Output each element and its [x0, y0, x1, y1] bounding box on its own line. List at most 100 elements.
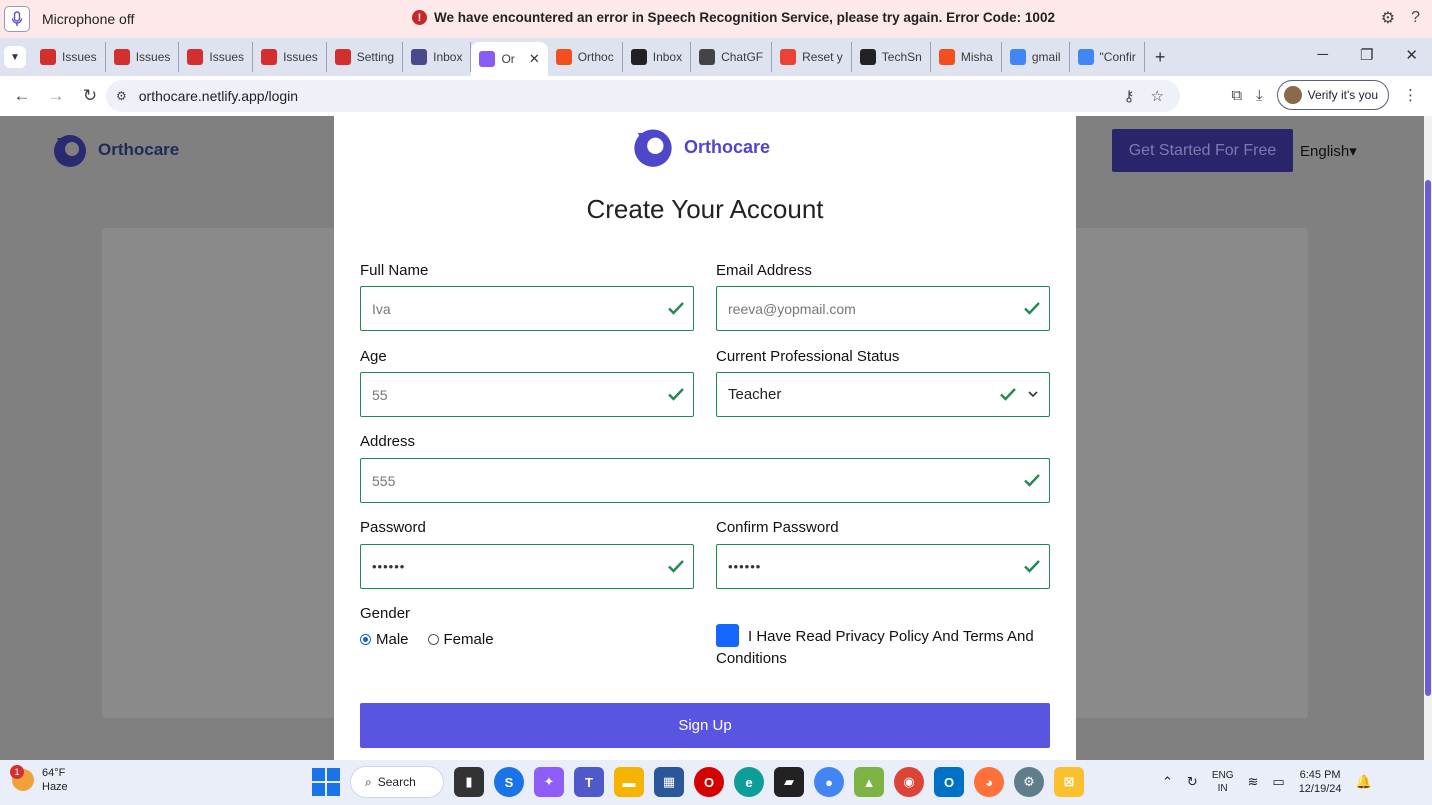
key-icon[interactable]: ⚷	[1124, 87, 1135, 105]
edge-icon[interactable]: e	[734, 767, 764, 797]
verify-profile-button[interactable]: Verify it's you	[1276, 80, 1389, 110]
weather-widget[interactable]: 1 64°F Haze	[10, 765, 68, 794]
issues-icon	[261, 49, 278, 65]
tab-8[interactable]: Inbox	[623, 42, 692, 72]
people-icon[interactable]: ●	[814, 767, 844, 797]
age-field[interactable]: 55	[360, 372, 694, 417]
modal-logo: Orthocare	[632, 126, 770, 168]
teams-icon[interactable]: T	[574, 767, 604, 797]
more-menu-icon[interactable]: ⋮	[1403, 86, 1418, 104]
new-tab-button[interactable]: +	[1155, 47, 1166, 68]
professional-status-select[interactable]: Teacher	[716, 372, 1050, 417]
close-tab-icon[interactable]: ✕	[529, 51, 540, 67]
app-icon[interactable]: ⊠	[1054, 767, 1084, 797]
tab-1[interactable]: Issues	[106, 42, 180, 72]
verify-label: Verify it's you	[1307, 88, 1378, 102]
opera-icon[interactable]: O	[694, 767, 724, 797]
taskbar-search-label: Search	[377, 775, 416, 789]
tab-label: Issues	[283, 50, 318, 64]
tab-label: Inbox	[652, 50, 683, 64]
battery-icon[interactable]: ▭	[1272, 774, 1284, 790]
create-account-modal: Orthocare Create Your Account Full Name …	[334, 116, 1076, 760]
tab-6[interactable]: Or ✕	[471, 42, 548, 76]
error-icon: !	[412, 10, 427, 25]
notification-icon[interactable]: 🔔	[1356, 774, 1372, 790]
tab-label: ChatGF	[721, 50, 764, 64]
address-bar[interactable]: ⚙ orthocare.netlify.app/login ⚷ ☆	[106, 80, 1180, 112]
forward-icon[interactable]: →	[44, 86, 68, 106]
tab-4[interactable]: Setting	[327, 42, 404, 72]
extensions-icon[interactable]: ⧉	[1231, 87, 1242, 104]
site-info-icon[interactable]: ⚙	[116, 89, 127, 103]
file-explorer-icon[interactable]: ▬	[614, 767, 644, 797]
techsn-icon	[859, 49, 876, 65]
tab-7[interactable]: Orthoc	[548, 42, 623, 72]
outlook-icon[interactable]: O	[934, 767, 964, 797]
task-view-icon[interactable]: ▮	[454, 767, 484, 797]
chrome-icon[interactable]: ◉	[894, 767, 924, 797]
address-field[interactable]: 555	[360, 458, 1050, 503]
wifi-icon[interactable]: ≋	[1247, 774, 1258, 790]
email-field[interactable]: reeva@yopmail.com	[716, 286, 1050, 331]
tab-search-button[interactable]: ▼	[4, 46, 26, 68]
tab-14[interactable]: "Confir	[1070, 42, 1145, 72]
password-label: Password	[360, 519, 426, 536]
gear-icon[interactable]: ⚙	[1381, 8, 1395, 28]
microphone-status: Microphone off	[42, 11, 135, 27]
check-icon	[1000, 388, 1016, 401]
close-icon[interactable]: ✕	[1405, 46, 1418, 64]
check-icon	[1024, 560, 1040, 573]
gender-female-radio[interactable]	[427, 634, 439, 645]
language-code: ENG	[1211, 770, 1234, 781]
password-field[interactable]: ••••••	[360, 544, 694, 589]
gender-male-radio[interactable]	[360, 634, 371, 645]
system-tray: ⌃ ↻ ENG IN ≋ ▭ 6:45 PM 12/19/24 🔔	[1162, 768, 1372, 796]
address-label: Address	[360, 433, 416, 450]
tab-0[interactable]: Issues	[32, 42, 106, 72]
taskbar-search[interactable]: ⌕ Search	[350, 766, 444, 798]
copilot-icon[interactable]: ✦	[534, 767, 564, 797]
gender-male-label[interactable]: Male	[376, 631, 409, 648]
tab-2[interactable]: Issues	[179, 42, 254, 72]
full-name-field[interactable]: Iva	[360, 286, 694, 331]
microphone-button[interactable]	[4, 6, 30, 32]
gender-female-label[interactable]: Female	[444, 631, 494, 648]
reload-icon[interactable]: ↻	[78, 86, 102, 106]
tab-13[interactable]: gmail	[1002, 42, 1070, 72]
status-label: Current Professional Status	[716, 348, 900, 365]
skype-icon[interactable]: S	[494, 767, 524, 797]
chevron-up-icon[interactable]: ⌃	[1162, 774, 1173, 790]
minimize-icon[interactable]: ─	[1317, 46, 1328, 64]
sign-up-button[interactable]: Sign Up	[360, 703, 1050, 748]
figma-icon	[555, 49, 572, 65]
tab-12[interactable]: Misha	[931, 42, 1002, 72]
language-select[interactable]: English▾	[1300, 142, 1357, 160]
tab-9[interactable]: ChatGF	[691, 42, 773, 72]
download-icon[interactable]: ⤓	[1256, 87, 1263, 104]
tab-5[interactable]: Inbox	[403, 42, 472, 72]
sync-icon[interactable]: ↻	[1187, 774, 1198, 790]
tab-3[interactable]: Issues	[253, 42, 327, 72]
tab-11[interactable]: TechSn	[852, 42, 931, 72]
image-viewer-icon[interactable]: ▲	[854, 767, 884, 797]
clock[interactable]: 6:45 PM 12/19/24	[1299, 768, 1342, 796]
language-indicator[interactable]: ENG IN	[1212, 769, 1234, 795]
terms-label[interactable]: I Have Read Privacy Policy And Terms And…	[716, 626, 1056, 670]
clock-date: 12/19/24	[1298, 783, 1342, 795]
scrollbar-thumb[interactable]	[1425, 180, 1431, 696]
store-icon[interactable]: ▦	[654, 767, 684, 797]
google-icon	[1009, 49, 1026, 65]
browser-tab-strip: ▼ Issues Issues Issues Issues Setting Inbox Or…	[0, 38, 1432, 76]
restore-icon[interactable]: ❐	[1360, 46, 1373, 64]
settings-icon[interactable]: ⚙	[1014, 767, 1044, 797]
back-icon[interactable]: ←	[10, 86, 34, 106]
get-started-button[interactable]: Get Started For Free	[1112, 129, 1293, 172]
start-button[interactable]	[312, 768, 340, 796]
mail-icon	[630, 49, 647, 65]
firefox-icon[interactable]: ◕	[974, 767, 1004, 797]
help-icon[interactable]: ?	[1411, 9, 1420, 27]
tab-10[interactable]: Reset y	[772, 42, 852, 72]
star-icon[interactable]: ☆	[1151, 87, 1164, 105]
confirm-password-field[interactable]: ••••••	[716, 544, 1050, 589]
sticky-notes-icon[interactable]: ▰	[774, 767, 804, 797]
